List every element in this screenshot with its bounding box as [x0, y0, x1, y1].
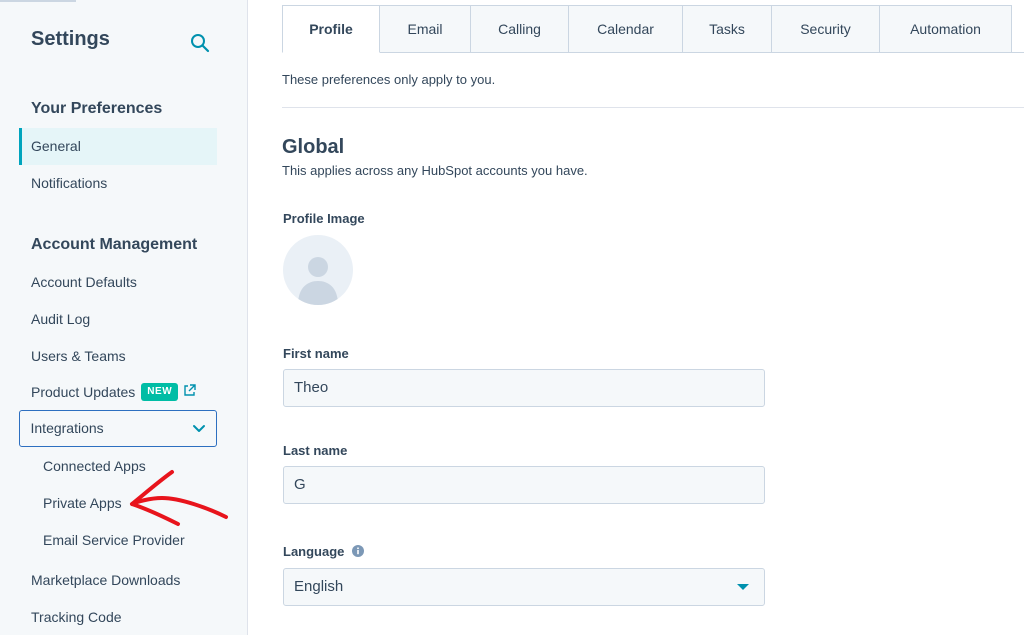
sidebar-item-tracking-code[interactable]: Tracking Code: [19, 599, 217, 636]
external-link-icon: [184, 384, 196, 396]
sidebar-item-label: Notifications: [31, 175, 108, 191]
tab-profile[interactable]: Profile: [282, 5, 380, 53]
avatar[interactable]: [283, 235, 353, 305]
sidebar-subitem-private-apps[interactable]: Private Apps: [43, 495, 122, 511]
tab-calendar[interactable]: Calendar: [569, 5, 683, 53]
your-preferences-heading: Your Preferences: [31, 100, 163, 117]
sidebar-subitem-email-service-provider[interactable]: Email Service Provider: [43, 532, 185, 548]
language-label: Language: [283, 544, 365, 559]
tabs-baseline: [380, 52, 1024, 53]
language-label-text: Language: [283, 544, 345, 559]
search-icon[interactable]: [190, 33, 210, 53]
annotation-arrow: [130, 470, 228, 526]
preferences-note: These preferences only apply to you.: [282, 72, 496, 87]
sidebar-item-general[interactable]: General: [19, 128, 217, 165]
sidebar-item-label: Users & Teams: [31, 348, 126, 364]
chevron-down-icon: [193, 425, 205, 432]
avatar-placeholder-icon: [298, 257, 338, 305]
language-select[interactable]: English: [283, 568, 765, 606]
sidebar-item-label: Integrations: [30, 420, 104, 436]
new-badge: NEW: [141, 382, 179, 401]
last-name-label: Last name: [283, 443, 348, 458]
sidebar-top-accent: [0, 0, 76, 2]
first-name-label: First name: [283, 346, 349, 361]
sidebar-item-label: General: [31, 138, 81, 154]
profile-image-label: Profile Image: [283, 211, 365, 226]
sidebar-item-product-updates[interactable]: Product Updates NEW: [19, 374, 217, 411]
tab-tasks[interactable]: Tasks: [683, 5, 772, 53]
sidebar-item-label: Account Defaults: [31, 274, 137, 290]
tab-calling[interactable]: Calling: [471, 5, 569, 53]
sidebar-title: Settings: [31, 28, 110, 50]
sidebar-item-label: Audit Log: [31, 311, 91, 327]
sidebar-item-marketplace-downloads[interactable]: Marketplace Downloads: [19, 562, 217, 599]
tab-automation[interactable]: Automation: [880, 5, 1012, 53]
sidebar-item-users-teams[interactable]: Users & Teams: [19, 338, 217, 375]
settings-sidebar: Settings Your Preferences General Notifi…: [0, 0, 248, 635]
account-management-heading: Account Management: [31, 236, 198, 253]
sidebar-item-label: Product Updates: [31, 384, 136, 400]
sidebar-item-integrations[interactable]: Integrations: [19, 410, 217, 447]
info-icon[interactable]: [352, 545, 365, 558]
caret-down-icon: [737, 584, 749, 590]
tab-security[interactable]: Security: [772, 5, 880, 53]
sidebar-item-audit-log[interactable]: Audit Log: [19, 301, 217, 338]
sidebar-item-label: Tracking Code: [31, 609, 122, 625]
global-heading: Global: [282, 136, 345, 158]
sidebar-item-label: Marketplace Downloads: [31, 572, 181, 588]
first-name-field[interactable]: Theo: [283, 369, 765, 407]
language-select-value: English: [294, 578, 344, 595]
sidebar-item-notifications[interactable]: Notifications: [19, 165, 217, 202]
tab-email[interactable]: Email: [380, 5, 471, 53]
last-name-field[interactable]: G: [283, 466, 765, 504]
settings-tabs: Profile Email Calling Calendar Tasks Sec…: [282, 5, 1012, 53]
global-description: This applies across any HubSpot accounts…: [282, 163, 588, 178]
section-divider: [282, 107, 1024, 108]
sidebar-item-account-defaults[interactable]: Account Defaults: [19, 264, 217, 301]
